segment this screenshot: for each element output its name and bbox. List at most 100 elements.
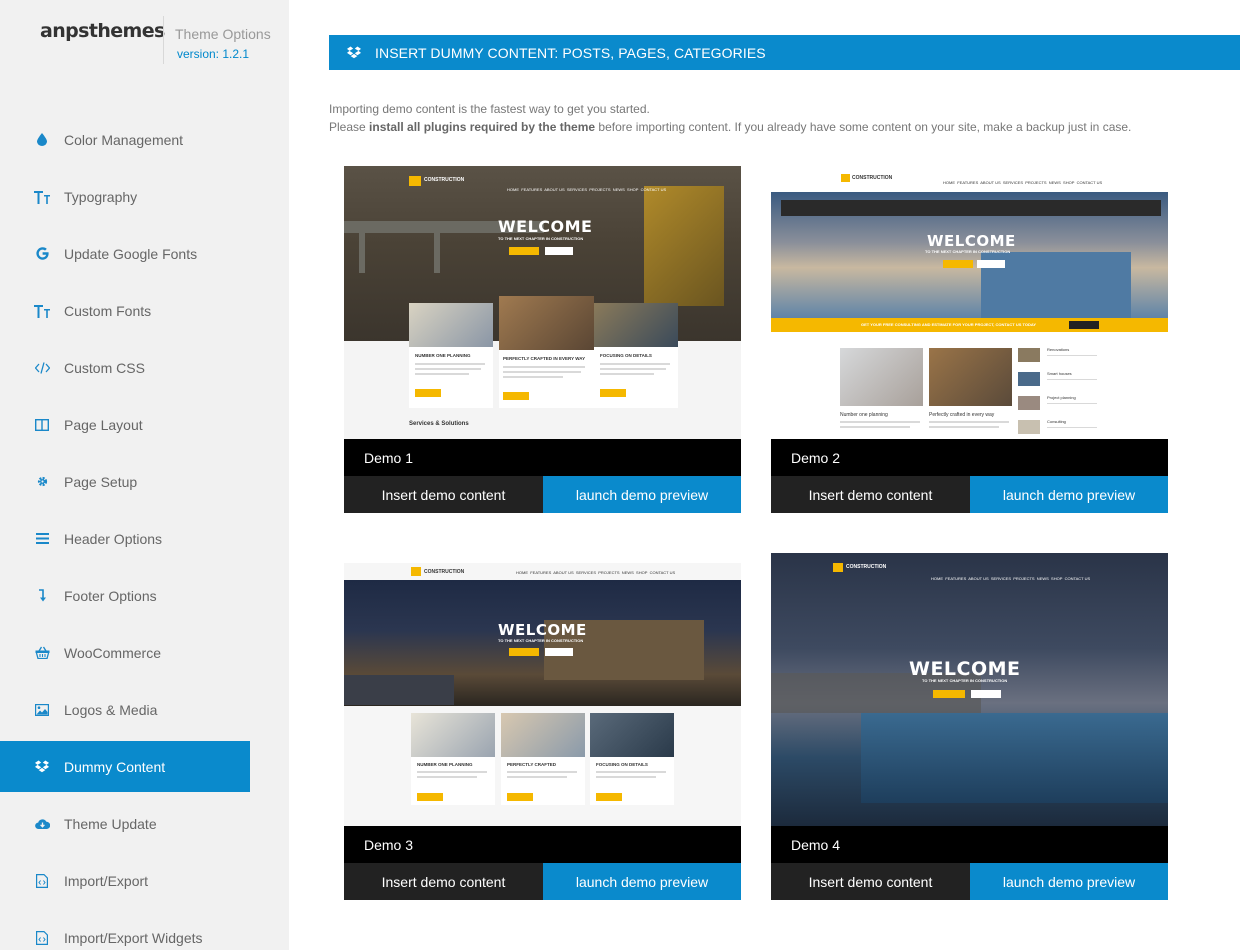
logo-mark: [409, 176, 421, 186]
preview-nav: HOME FEATURES ABOUT US SERVICES PROJECTS…: [943, 180, 1103, 185]
sidebar-item-theme-update[interactable]: Theme Update: [0, 798, 289, 849]
brand-logo[interactable]: anpsthemes: [40, 20, 165, 42]
intro-line-1: Importing demo content is the fastest wa…: [329, 102, 650, 116]
sidebar-item-label: Typography: [64, 188, 138, 205]
brand-title: Theme Options: [175, 26, 271, 42]
sidebar-nav: Color Management Typography Update Googl…: [0, 114, 289, 950]
logo-mark: [411, 567, 421, 576]
intro-bold: install all plugins required by the them…: [369, 120, 596, 134]
excavator-shape: [644, 186, 724, 306]
demo-label: Demo 4: [771, 826, 1168, 863]
demo-label: Demo 1: [344, 439, 741, 476]
feature-image: [929, 348, 1012, 406]
sidebar-item-label: Footer Options: [64, 587, 157, 604]
sidebar-item-label: Dummy Content: [64, 758, 166, 775]
sidebar-item-import-export-widgets[interactable]: Import/Export Widgets: [0, 912, 289, 950]
sidebar-item-logos-media[interactable]: Logos & Media: [0, 684, 289, 735]
menu-icon: [34, 531, 50, 547]
sidebar-item-color-management[interactable]: Color Management: [0, 114, 289, 165]
launch-demo-preview-button[interactable]: launch demo preview: [543, 476, 741, 513]
code-file-icon: [34, 873, 50, 889]
sidebar-item-typography[interactable]: Typography: [0, 171, 289, 222]
feature-card: NUMBER ONE PLANNING: [411, 713, 495, 805]
demo-preview-image[interactable]: CONSTRUCTION HOME FEATURES ABOUT US SERV…: [344, 166, 741, 439]
pool-shape: [861, 713, 1168, 803]
cloud-download-icon: [34, 816, 50, 832]
dropbox-icon: [34, 759, 50, 775]
feature-image: [840, 348, 923, 406]
code-file-icon: [34, 930, 50, 946]
insert-demo-button[interactable]: Insert demo content: [771, 476, 970, 513]
sidebar-item-custom-css[interactable]: Custom CSS: [0, 342, 289, 393]
feature-card: FOCUSING ON DETAILS: [594, 303, 678, 408]
sidebar-item-header-options[interactable]: Header Options: [0, 513, 289, 564]
preview-nav: HOME FEATURES ABOUT US SERVICES PROJECTS…: [931, 576, 1091, 581]
sidebar-item-footer-options[interactable]: Footer Options: [0, 570, 289, 621]
launch-demo-preview-button[interactable]: launch demo preview: [543, 863, 741, 900]
hero-image: [344, 580, 741, 706]
sidebar: anpsthemes Theme Options version: 1.2.1 …: [0, 0, 289, 950]
launch-demo-preview-button[interactable]: launch demo preview: [970, 476, 1168, 513]
preview-nav: HOME FEATURES ABOUT US SERVICES PROJECTS…: [507, 187, 667, 192]
section-header: INSERT DUMMY CONTENT: POSTS, PAGES, CATE…: [329, 35, 1240, 70]
sidebar-item-label: Import/Export Widgets: [64, 929, 203, 946]
demo-card-3: CONSTRUCTION HOME FEATURES ABOUT US SERV…: [344, 553, 741, 900]
dropbox-icon: [347, 46, 361, 59]
google-icon: [34, 246, 50, 262]
launch-demo-preview-button[interactable]: launch demo preview: [970, 863, 1168, 900]
sidebar-item-page-layout[interactable]: Page Layout: [0, 399, 289, 450]
sidebar-item-woocommerce[interactable]: WooCommerce: [0, 627, 289, 678]
feature-card: FOCUSING ON DETAILS: [590, 713, 674, 805]
sidebar-item-label: Update Google Fonts: [64, 245, 198, 262]
droplet-icon: [34, 132, 50, 148]
brand-divider: [163, 16, 164, 64]
demo-card-1: CONSTRUCTION HOME FEATURES ABOUT US SERV…: [344, 166, 741, 513]
demo-card-2: CONSTRUCTION HOME FEATURES ABOUT US SERV…: [771, 166, 1168, 513]
intro-line-2: Please install all plugins required by t…: [329, 120, 1132, 134]
feature-card: PERFECTLY CRAFTED IN EVERY WAY: [499, 296, 594, 408]
basket-icon: [34, 645, 50, 661]
sidebar-item-page-setup[interactable]: Page Setup: [0, 456, 289, 507]
demo-card-4: CONSTRUCTION HOME FEATURES ABOUT US SERV…: [771, 553, 1168, 900]
demo-label: Demo 3: [344, 826, 741, 863]
code-icon: [34, 360, 50, 376]
sidebar-item-custom-fonts[interactable]: Custom Fonts: [0, 285, 289, 336]
insert-demo-button[interactable]: Insert demo content: [344, 476, 543, 513]
demo-preview-image[interactable]: CONSTRUCTION HOME FEATURES ABOUT US SERV…: [771, 553, 1168, 826]
demo-preview-image[interactable]: CONSTRUCTION HOME FEATURES ABOUT US SERV…: [344, 553, 741, 826]
columns-icon: [34, 417, 50, 433]
logo-mark: [841, 174, 850, 182]
sidebar-item-update-google-fonts[interactable]: Update Google Fonts: [0, 228, 289, 279]
sidebar-item-label: Custom CSS: [64, 359, 145, 376]
cta-banner: GET YOUR FREE CONSULTING AND ESTIMATE FO…: [771, 318, 1168, 332]
sidebar-item-label: WooCommerce: [64, 644, 161, 661]
feature-card: PERFECTLY CRAFTED: [501, 713, 585, 805]
demo-preview-image[interactable]: CONSTRUCTION HOME FEATURES ABOUT US SERV…: [771, 166, 1168, 439]
sidebar-item-label: Page Layout: [64, 416, 143, 433]
sidebar-item-label: Logos & Media: [64, 701, 158, 718]
insert-demo-button[interactable]: Insert demo content: [344, 863, 543, 900]
preview-nav: HOME FEATURES ABOUT US SERVICES PROJECTS…: [516, 570, 676, 575]
hero-image: [771, 192, 1168, 318]
sidebar-item-label: Custom Fonts: [64, 302, 152, 319]
sidebar-item-dummy-content[interactable]: Dummy Content: [0, 741, 250, 792]
demo-label: Demo 2: [771, 439, 1168, 476]
feature-card: NUMBER ONE PLANNING: [409, 303, 493, 408]
intro-text: Importing demo content is the fastest wa…: [329, 100, 1131, 136]
text-icon: [34, 303, 50, 319]
insert-demo-button[interactable]: Insert demo content: [771, 863, 970, 900]
logo-mark: [833, 563, 843, 572]
sidebar-item-label: Header Options: [64, 530, 163, 547]
arrow-down-icon: [34, 588, 50, 604]
gear-icon: [34, 474, 50, 490]
brand-header: anpsthemes Theme Options version: 1.2.1: [40, 16, 280, 68]
sidebar-item-label: Theme Update: [64, 815, 157, 832]
sidebar-item-import-export[interactable]: Import/Export: [0, 855, 289, 906]
image-icon: [34, 702, 50, 718]
sidebar-item-label: Page Setup: [64, 473, 138, 490]
text-icon: [34, 189, 50, 205]
brand-version: version: 1.2.1: [177, 47, 250, 61]
section-title: INSERT DUMMY CONTENT: POSTS, PAGES, CATE…: [375, 44, 766, 61]
sidebar-item-label: Color Management: [64, 131, 184, 148]
sidebar-item-label: Import/Export: [64, 872, 149, 889]
